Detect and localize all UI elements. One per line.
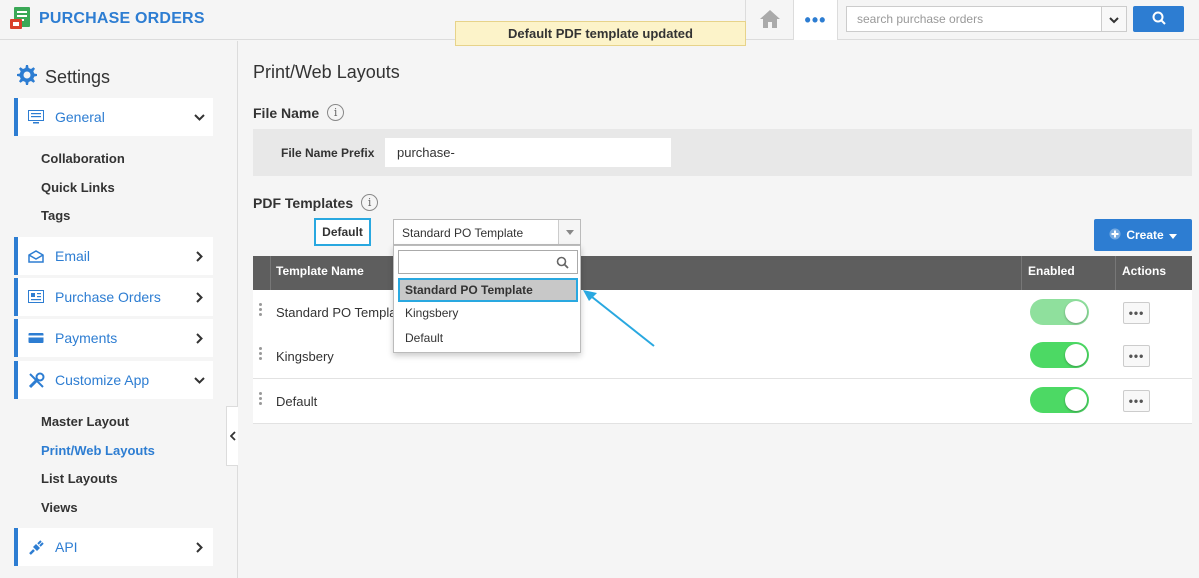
info-icon[interactable]: i <box>327 104 345 121</box>
sidebar-item-email[interactable]: Email <box>14 237 213 275</box>
dropdown-search-input[interactable] <box>398 250 578 274</box>
file-name-prefix-label: File Name Prefix <box>281 146 375 160</box>
template-name: Default <box>276 394 318 409</box>
sidebar-item-label: Email <box>55 248 91 264</box>
sidebar-item-general[interactable]: General <box>14 98 213 136</box>
pdf-templates-section-title: PDF Templates i <box>253 194 379 211</box>
default-template-label: Default <box>314 218 371 246</box>
callout-arrow-icon <box>583 290 655 347</box>
template-select-dropdown: Standard PO Template Kingsbery Default <box>393 245 581 353</box>
dropdown-option-kingsbery[interactable]: Kingsbery <box>398 301 578 325</box>
sidebar-collapse-toggle[interactable] <box>226 406 238 466</box>
search-button[interactable] <box>1133 6 1184 32</box>
notification-toast: Default PDF template updated <box>455 21 746 46</box>
search-icon <box>1152 11 1166 28</box>
sidebar-subitem-views[interactable]: Views <box>41 500 78 515</box>
sidebar-item-label: General <box>55 109 105 125</box>
settings-heading: Settings <box>15 63 110 92</box>
row-actions-button[interactable]: ••• <box>1123 302 1150 324</box>
caret-down-icon <box>558 220 580 244</box>
sidebar-item-customize-app[interactable]: Customize App <box>14 361 213 399</box>
card-icon <box>28 332 48 344</box>
file-name-panel: File Name Prefix purchase- <box>253 129 1192 176</box>
column-header-enabled[interactable]: Enabled <box>1028 256 1075 290</box>
enabled-toggle[interactable] <box>1030 387 1089 413</box>
home-button[interactable] <box>745 0 793 40</box>
column-separator <box>1021 256 1022 290</box>
sidebar-subitem-tags[interactable]: Tags <box>41 208 70 223</box>
plus-circle-icon <box>1109 228 1121 243</box>
template-name: Kingsbery <box>276 349 334 364</box>
sidebar-subitem-master-layout[interactable]: Master Layout <box>41 414 129 429</box>
purchase-orders-logo-icon <box>10 7 32 31</box>
column-header-template-name[interactable]: Template Name <box>276 256 364 290</box>
app-title: PURCHASE ORDERS <box>39 10 205 27</box>
section-label: File Name <box>253 104 320 121</box>
chevron-right-icon <box>193 250 205 262</box>
search-icon <box>556 256 569 272</box>
enabled-toggle[interactable] <box>1030 299 1089 325</box>
document-icon <box>28 290 48 304</box>
sidebar-item-label: API <box>55 539 78 555</box>
info-icon[interactable]: i <box>361 194 379 211</box>
sidebar-item-label: Payments <box>55 330 118 346</box>
section-label: PDF Templates <box>253 194 354 211</box>
drag-handle-icon[interactable] <box>259 347 262 362</box>
page-title: Print/Web Layouts <box>253 62 400 82</box>
column-separator <box>1115 256 1116 290</box>
sidebar-item-payments[interactable]: Payments <box>14 319 213 357</box>
default-template-select[interactable]: Standard PO Template <box>393 219 581 245</box>
sidebar-subitem-print-web-layouts[interactable]: Print/Web Layouts <box>41 443 155 458</box>
sidebar-item-purchase-orders[interactable]: Purchase Orders <box>14 278 213 316</box>
create-label: Create <box>1126 228 1164 242</box>
chevron-right-icon <box>193 541 205 553</box>
sidebar-subitem-list-layouts[interactable]: List Layouts <box>41 471 118 486</box>
envelope-icon <box>28 249 48 263</box>
more-options-button[interactable]: ••• <box>793 0 838 40</box>
row-actions-button[interactable]: ••• <box>1123 390 1150 412</box>
column-separator <box>270 256 271 290</box>
chevron-right-icon <box>193 332 205 344</box>
main-content: Print/Web Layouts File Name i File Name … <box>239 41 1199 578</box>
chevron-down-icon <box>1109 12 1119 27</box>
column-header-actions: Actions <box>1122 264 1167 278</box>
sidebar-subitem-collaboration[interactable]: Collaboration <box>41 151 125 166</box>
template-name: Standard PO Template <box>276 305 408 320</box>
dropdown-option-standard-po-template[interactable]: Standard PO Template <box>398 278 578 302</box>
file-name-prefix-input[interactable]: purchase- <box>385 138 671 167</box>
sidebar-item-label: Purchase Orders <box>55 289 161 305</box>
gear-icon <box>15 63 39 92</box>
monitor-icon <box>28 110 48 124</box>
home-icon <box>759 9 781 32</box>
settings-title: Settings <box>45 67 111 87</box>
drag-handle-icon[interactable] <box>259 303 262 318</box>
enabled-toggle[interactable] <box>1030 342 1089 368</box>
chevron-left-icon <box>229 429 236 444</box>
search-filter-dropdown[interactable] <box>1101 6 1127 32</box>
chevron-down-icon <box>193 374 205 386</box>
settings-sidebar: Settings General Collaboration Quick Lin… <box>0 41 238 578</box>
wrench-icon <box>28 372 48 389</box>
table-row: Default ••• <box>253 379 1192 424</box>
chevron-down-icon <box>193 111 205 123</box>
selected-template-value: Standard PO Template <box>402 226 524 240</box>
caret-down-icon <box>1168 228 1177 242</box>
dropdown-option-default[interactable]: Default <box>398 326 578 350</box>
plug-icon <box>28 539 48 556</box>
sidebar-subitem-quick-links[interactable]: Quick Links <box>41 180 115 195</box>
chevron-right-icon <box>193 291 205 303</box>
sidebar-item-api[interactable]: API <box>14 528 213 566</box>
sidebar-item-label: Customize App <box>55 372 150 388</box>
drag-handle-icon[interactable] <box>259 392 262 407</box>
row-actions-button[interactable]: ••• <box>1123 345 1150 367</box>
create-template-button[interactable]: Create <box>1094 219 1192 251</box>
search-input[interactable]: search purchase orders <box>846 6 1102 32</box>
file-name-section-title: File Name i <box>253 104 345 121</box>
